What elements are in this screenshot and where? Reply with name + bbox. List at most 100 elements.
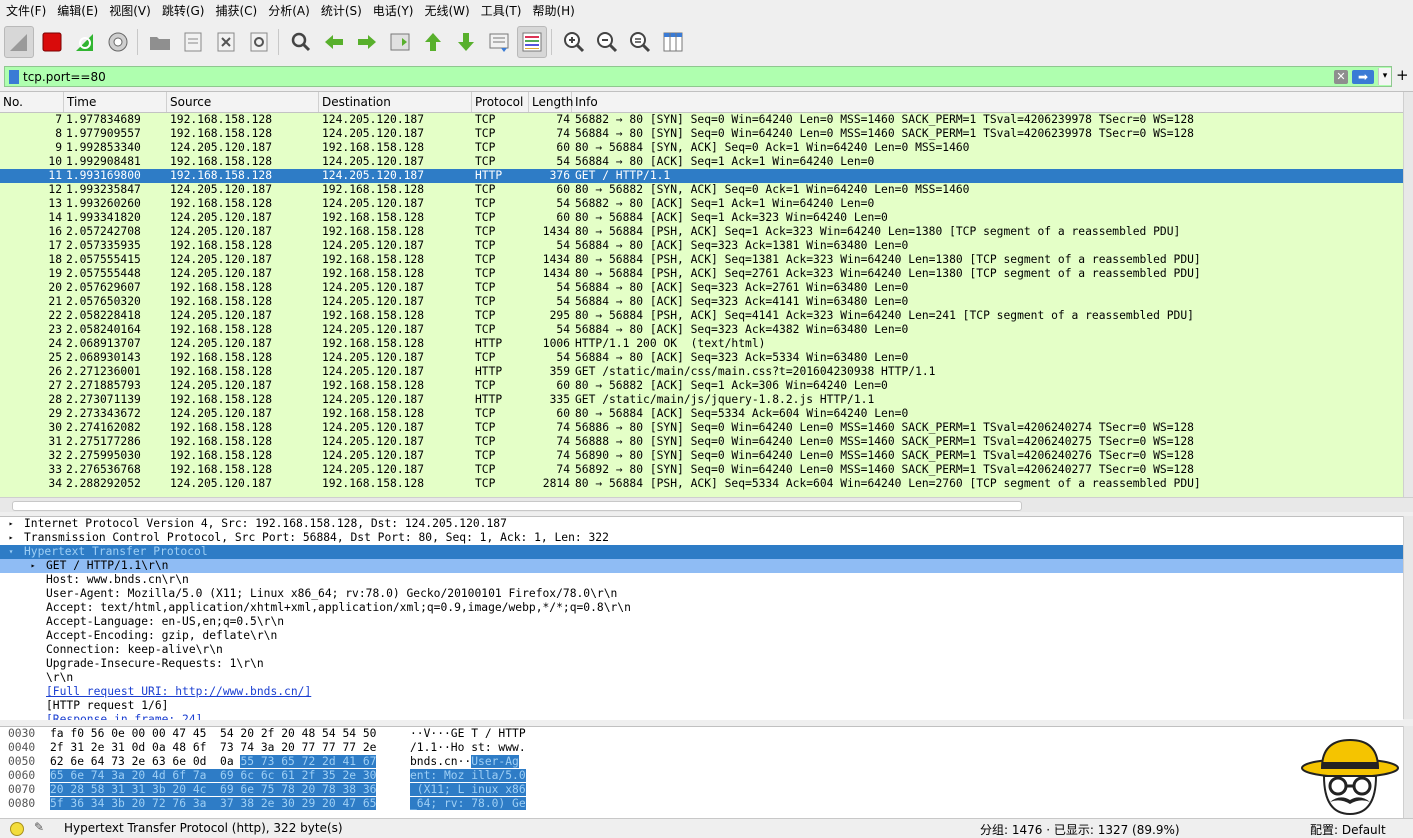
packet-bytes-scrollbar[interactable] bbox=[1403, 726, 1413, 818]
menu-help[interactable]: 帮助(H) bbox=[527, 2, 579, 19]
clear-filter-icon[interactable]: ✕ bbox=[1334, 69, 1348, 84]
packet-row[interactable]: 33 2.276536768 192.168.158.128 124.205.120.… bbox=[0, 463, 1403, 477]
bytes-row[interactable]: 0040 2f 31 2e 31 0d 0a 48 6f 73 74 3a 20 … bbox=[0, 741, 1403, 755]
packet-row[interactable]: 24 2.068913707 124.205.120.187 192.168.158.… bbox=[0, 337, 1403, 351]
menu-view[interactable]: 视图(V) bbox=[104, 2, 156, 19]
detail-link[interactable]: [Full request URI: http://www.bnds.cn/] bbox=[46, 685, 311, 699]
status-profile[interactable]: 配置: Default bbox=[1310, 821, 1386, 838]
packet-row[interactable]: 18 2.057555415 124.205.120.187 192.168.158.… bbox=[0, 253, 1403, 267]
display-filter-input[interactable] bbox=[23, 68, 1334, 85]
hscroll-thumb[interactable] bbox=[12, 501, 1022, 511]
bytes-row[interactable]: 0070 20 28 58 31 31 3b 20 4c 69 6e 75 78 … bbox=[0, 783, 1403, 797]
packet-row[interactable]: 7 1.977834689 192.168.158.128 124.205.120.1… bbox=[0, 113, 1403, 127]
packet-row[interactable]: 13 1.993260260 192.168.158.128 124.205.120.… bbox=[0, 197, 1403, 211]
bytes-row[interactable]: 0060 65 6e 74 3a 20 4d 6f 7a 69 6c 6c 61 … bbox=[0, 769, 1403, 783]
auto-scroll-button[interactable] bbox=[484, 26, 514, 58]
detail-tree-item[interactable]: ▸ Internet Protocol Version 4, Src: 192.1… bbox=[0, 517, 1403, 531]
packet-row[interactable]: 12 1.993235847 124.205.120.187 192.168.158.… bbox=[0, 183, 1403, 197]
go-forward-button[interactable] bbox=[352, 26, 382, 58]
capture-options-button[interactable] bbox=[103, 26, 133, 58]
resize-columns-button[interactable] bbox=[658, 26, 688, 58]
column-protocol[interactable]: Protocol bbox=[472, 92, 529, 112]
bytes-row[interactable]: 0050 62 6e 64 73 2e 63 6e 0d 0a 55 73 65 … bbox=[0, 755, 1403, 769]
detail-tree-item[interactable]: Connection: keep-alive\r\n bbox=[0, 643, 1403, 657]
menu-edit[interactable]: 编辑(E) bbox=[52, 2, 103, 19]
menu-telephony[interactable]: 电话(Y) bbox=[368, 2, 419, 19]
detail-tree-item[interactable]: User-Agent: Mozilla/5.0 (X11; Linux x86_… bbox=[0, 587, 1403, 601]
bytes-row[interactable]: 0080 5f 36 34 3b 20 72 76 3a 37 38 2e 30 … bbox=[0, 797, 1403, 811]
packet-row[interactable]: 29 2.273343672 124.205.120.187 192.168.158.… bbox=[0, 407, 1403, 421]
zoom-reset-button[interactable] bbox=[625, 26, 655, 58]
packet-row[interactable]: 32 2.275995030 192.168.158.128 124.205.120.… bbox=[0, 449, 1403, 463]
column-length[interactable]: Length bbox=[529, 92, 573, 112]
packet-row[interactable]: 26 2.271236001 192.168.158.128 124.205.120.… bbox=[0, 365, 1403, 379]
packet-details-scrollbar[interactable] bbox=[1403, 516, 1413, 719]
stop-capture-button[interactable] bbox=[37, 26, 67, 58]
colorize-button[interactable] bbox=[517, 26, 547, 58]
open-file-button[interactable] bbox=[145, 26, 175, 58]
detail-tree-item[interactable]: [Response in frame: 24] bbox=[0, 713, 1403, 720]
filter-history-dropdown[interactable]: ▾ bbox=[1378, 68, 1391, 85]
packet-row[interactable]: 17 2.057335935 192.168.158.128 124.205.120.… bbox=[0, 239, 1403, 253]
packet-row[interactable]: 30 2.274162082 192.168.158.128 124.205.120.… bbox=[0, 421, 1403, 435]
close-file-button[interactable] bbox=[211, 26, 241, 58]
column-no[interactable]: No. bbox=[0, 92, 64, 112]
go-back-button[interactable] bbox=[319, 26, 349, 58]
detail-tree-item[interactable]: ▸ Transmission Control Protocol, Src Port… bbox=[0, 531, 1403, 545]
bytes-row[interactable]: 0030 fa f0 56 0e 00 00 47 45 54 20 2f 20 … bbox=[0, 727, 1403, 741]
detail-tree-item[interactable]: ▾ Hypertext Transfer Protocol bbox=[0, 545, 1403, 559]
menu-analyze[interactable]: 分析(A) bbox=[263, 2, 315, 19]
detail-tree-item[interactable]: ▸ GET / HTTP/1.1\r\n bbox=[0, 559, 1403, 573]
packet-row[interactable]: 10 1.992908481 192.168.158.128 124.205.120.… bbox=[0, 155, 1403, 169]
edit-comment-icon[interactable]: ✎ bbox=[34, 820, 44, 834]
first-packet-button[interactable] bbox=[418, 26, 448, 58]
apply-filter-icon[interactable]: ➡ bbox=[1352, 69, 1374, 84]
packet-list-scrollbar[interactable] bbox=[1403, 92, 1413, 498]
packet-row[interactable]: 31 2.275177286 192.168.158.128 124.205.120.… bbox=[0, 435, 1403, 449]
menu-file[interactable]: 文件(F) bbox=[1, 2, 51, 19]
packet-list-hscrollbar[interactable] bbox=[0, 497, 1413, 512]
packet-row[interactable]: 21 2.057650320 192.168.158.128 124.205.120.… bbox=[0, 295, 1403, 309]
bookmark-icon[interactable] bbox=[9, 69, 19, 84]
packet-row[interactable]: 22 2.058228418 124.205.120.187 192.168.158.… bbox=[0, 309, 1403, 323]
go-to-packet-button[interactable] bbox=[385, 26, 415, 58]
packet-row[interactable]: 16 2.057242708 124.205.120.187 192.168.158.… bbox=[0, 225, 1403, 239]
packet-row[interactable]: 27 2.271885793 124.205.120.187 192.168.158.… bbox=[0, 379, 1403, 393]
packet-row[interactable]: 28 2.273071139 192.168.158.128 124.205.120.… bbox=[0, 393, 1403, 407]
menu-capture[interactable]: 捕获(C) bbox=[210, 2, 262, 19]
packet-row[interactable]: 8 1.977909557 192.168.158.128 124.205.120.1… bbox=[0, 127, 1403, 141]
expand-arrow-icon[interactable]: ▸ bbox=[6, 517, 16, 531]
menu-tools[interactable]: 工具(T) bbox=[476, 2, 527, 19]
find-packet-button[interactable] bbox=[286, 26, 316, 58]
detail-tree-item[interactable]: Accept-Encoding: gzip, deflate\r\n bbox=[0, 629, 1403, 643]
detail-tree-item[interactable]: \r\n bbox=[0, 671, 1403, 685]
detail-link[interactable]: [Response in frame: 24] bbox=[46, 713, 202, 720]
detail-tree-item[interactable]: Upgrade-Insecure-Requests: 1\r\n bbox=[0, 657, 1403, 671]
packet-row[interactable]: 34 2.288292052 124.205.120.187 192.168.158.… bbox=[0, 477, 1403, 491]
start-capture-button[interactable] bbox=[4, 26, 34, 58]
packet-row[interactable]: 20 2.057629607 192.168.158.128 124.205.120.… bbox=[0, 281, 1403, 295]
column-source[interactable]: Source bbox=[167, 92, 319, 112]
zoom-in-button[interactable] bbox=[559, 26, 589, 58]
last-packet-button[interactable] bbox=[451, 26, 481, 58]
packet-row[interactable]: 9 1.992853340 124.205.120.187 192.168.158.1… bbox=[0, 141, 1403, 155]
detail-tree-item[interactable]: [HTTP request 1/6] bbox=[0, 699, 1403, 713]
expand-arrow-icon[interactable]: ▾ bbox=[6, 545, 16, 559]
packet-row[interactable]: 25 2.068930143 192.168.158.128 124.205.120.… bbox=[0, 351, 1403, 365]
restart-capture-button[interactable] bbox=[70, 26, 100, 58]
detail-tree-item[interactable]: [Full request URI: http://www.bnds.cn/] bbox=[0, 685, 1403, 699]
packet-row[interactable]: 14 1.993341820 124.205.120.187 192.168.158.… bbox=[0, 211, 1403, 225]
add-filter-button[interactable]: + bbox=[1396, 66, 1409, 85]
column-info[interactable]: Info bbox=[572, 92, 1413, 112]
save-file-button[interactable] bbox=[178, 26, 208, 58]
menu-statistics[interactable]: 统计(S) bbox=[316, 2, 367, 19]
reload-file-button[interactable] bbox=[244, 26, 274, 58]
column-time[interactable]: Time bbox=[64, 92, 167, 112]
column-destination[interactable]: Destination bbox=[319, 92, 472, 112]
zoom-out-button[interactable] bbox=[592, 26, 622, 58]
detail-tree-item[interactable]: Accept: text/html,application/xhtml+xml,… bbox=[0, 601, 1403, 615]
menu-go[interactable]: 跳转(G) bbox=[157, 2, 210, 19]
packet-row[interactable]: 23 2.058240164 192.168.158.128 124.205.120.… bbox=[0, 323, 1403, 337]
expand-arrow-icon[interactable]: ▸ bbox=[6, 531, 16, 545]
menu-wireless[interactable]: 无线(W) bbox=[420, 2, 475, 19]
